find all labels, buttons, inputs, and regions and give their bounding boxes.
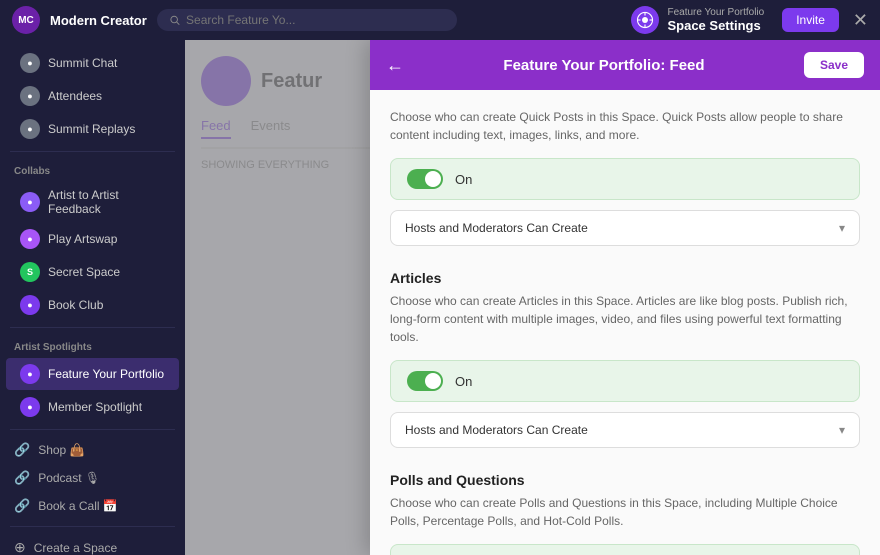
articles-toggle-row[interactable]: On: [390, 360, 860, 402]
avatar: ●: [20, 295, 40, 315]
avatar: ●: [20, 397, 40, 417]
close-button[interactable]: ✕: [853, 10, 868, 31]
space-logo-icon: [636, 11, 654, 29]
modal-title: Feature Your Portfolio: Feed: [414, 57, 794, 74]
quick-posts-toggle-label: On: [455, 172, 472, 187]
section-collabs-label: Collabs: [0, 158, 185, 181]
divider: [10, 526, 175, 527]
sidebar-item-member-spotlight[interactable]: ● Member Spotlight: [6, 391, 179, 423]
search-input[interactable]: [186, 13, 445, 27]
sidebar-item-book-club[interactable]: ● Book Club: [6, 289, 179, 321]
sidebar-item-feature-portfolio[interactable]: ● Feature Your Portfolio: [6, 358, 179, 390]
articles-toggle-label: On: [455, 374, 472, 389]
articles-dropdown-value: Hosts and Moderators Can Create: [405, 423, 588, 437]
avatar: ●: [20, 119, 40, 139]
main-layout: ● Summit Chat ● Attendees ● Summit Repla…: [0, 40, 880, 555]
avatar: ●: [20, 364, 40, 384]
plus-icon: ⊕: [14, 539, 26, 555]
sidebar-item-secret-space[interactable]: S Secret Space: [6, 256, 179, 288]
divider: [10, 151, 175, 152]
polls-title: Polls and Questions: [390, 472, 860, 488]
app-logo: MC: [12, 6, 40, 34]
polls-toggle-row[interactable]: On: [390, 544, 860, 555]
search-bar[interactable]: [157, 9, 457, 31]
create-space-button[interactable]: ⊕ Create a Space: [0, 533, 185, 555]
sidebar-item-shop[interactable]: 🔗 Shop 👜: [0, 436, 185, 464]
modal-save-button[interactable]: Save: [804, 52, 864, 78]
sidebar-item-label: Feature Your Portfolio: [48, 367, 164, 381]
space-settings-header: Feature Your Portfolio Space Settings In…: [631, 6, 868, 34]
chevron-down-icon: ▾: [839, 221, 845, 235]
sidebar-item-label: Play Artswap: [48, 232, 117, 246]
sidebar-item-label: Attendees: [48, 89, 102, 103]
quick-posts-toggle[interactable]: [407, 169, 443, 189]
sidebar-item-play-artswap[interactable]: ● Play Artswap: [6, 223, 179, 255]
sidebar-item-book-call[interactable]: 🔗 Book a Call 📅: [0, 492, 185, 520]
chevron-down-icon: ▾: [839, 423, 845, 437]
quick-posts-dropdown[interactable]: Hosts and Moderators Can Create ▾: [390, 210, 860, 246]
sidebar-item-label: Member Spotlight: [48, 400, 142, 414]
articles-desc: Choose who can create Articles in this S…: [390, 292, 860, 346]
link-icon: 🔗: [14, 498, 30, 514]
sidebar-item-label: Artist to Artist Feedback: [48, 188, 165, 216]
divider: [10, 327, 175, 328]
search-icon: [169, 14, 180, 26]
section-quick-posts: Choose who can create Quick Posts in thi…: [390, 108, 860, 246]
sidebar-item-label: Shop 👜: [38, 443, 84, 457]
sidebar-item-label: Podcast 🎙: [38, 471, 100, 485]
section-polls: Polls and Questions Choose who can creat…: [390, 472, 860, 555]
quick-posts-dropdown-value: Hosts and Moderators Can Create: [405, 221, 588, 235]
sidebar-item-podcast[interactable]: 🔗 Podcast 🎙: [0, 464, 185, 492]
space-title-group: Feature Your Portfolio Space Settings: [667, 7, 764, 33]
sidebar-item-attendees[interactable]: ● Attendees: [6, 80, 179, 112]
section-articles: Articles Choose who can create Articles …: [390, 270, 860, 448]
sidebar-item-summit-chat[interactable]: ● Summit Chat: [6, 47, 179, 79]
space-subtitle: Feature Your Portfolio: [667, 7, 764, 18]
main-content: Featur Feed Events SHOWING EVERYTHING ← …: [185, 40, 880, 555]
sidebar-item-summit-replays[interactable]: ● Summit Replays: [6, 113, 179, 145]
create-space-label: Create a Space: [34, 541, 117, 555]
modal-header: ← Feature Your Portfolio: Feed Save: [370, 40, 880, 90]
avatar: ●: [20, 229, 40, 249]
sidebar: ● Summit Chat ● Attendees ● Summit Repla…: [0, 40, 185, 555]
space-icon: [631, 6, 659, 34]
modal-back-button[interactable]: ←: [386, 55, 404, 76]
modal-panel: ← Feature Your Portfolio: Feed Save Choo…: [370, 40, 880, 555]
sidebar-item-label: Summit Chat: [48, 56, 117, 70]
top-bar: MC Modern Creator Feature Your Portfolio…: [0, 0, 880, 40]
link-icon: 🔗: [14, 442, 30, 458]
quick-posts-toggle-row[interactable]: On: [390, 158, 860, 200]
sidebar-item-artist-feedback[interactable]: ● Artist to Artist Feedback: [6, 182, 179, 222]
articles-title: Articles: [390, 270, 860, 286]
divider: [10, 429, 175, 430]
section-spotlights-label: Artist Spotlights: [0, 334, 185, 357]
articles-toggle[interactable]: [407, 371, 443, 391]
avatar: ●: [20, 192, 40, 212]
polls-desc: Choose who can create Polls and Question…: [390, 494, 860, 530]
quick-posts-desc: Choose who can create Quick Posts in thi…: [390, 108, 860, 144]
modal-body[interactable]: Choose who can create Quick Posts in thi…: [370, 90, 880, 555]
avatar: S: [20, 262, 40, 282]
sidebar-item-label: Book a Call 📅: [38, 499, 118, 513]
articles-dropdown[interactable]: Hosts and Moderators Can Create ▾: [390, 412, 860, 448]
space-title-label: Space Settings: [667, 18, 764, 33]
invite-button[interactable]: Invite: [782, 8, 839, 32]
link-icon: 🔗: [14, 470, 30, 486]
avatar: ●: [20, 53, 40, 73]
sidebar-item-label: Book Club: [48, 298, 103, 312]
sidebar-item-label: Secret Space: [48, 265, 120, 279]
app-name: Modern Creator: [50, 13, 147, 28]
sidebar-item-label: Summit Replays: [48, 122, 135, 136]
avatar: ●: [20, 86, 40, 106]
